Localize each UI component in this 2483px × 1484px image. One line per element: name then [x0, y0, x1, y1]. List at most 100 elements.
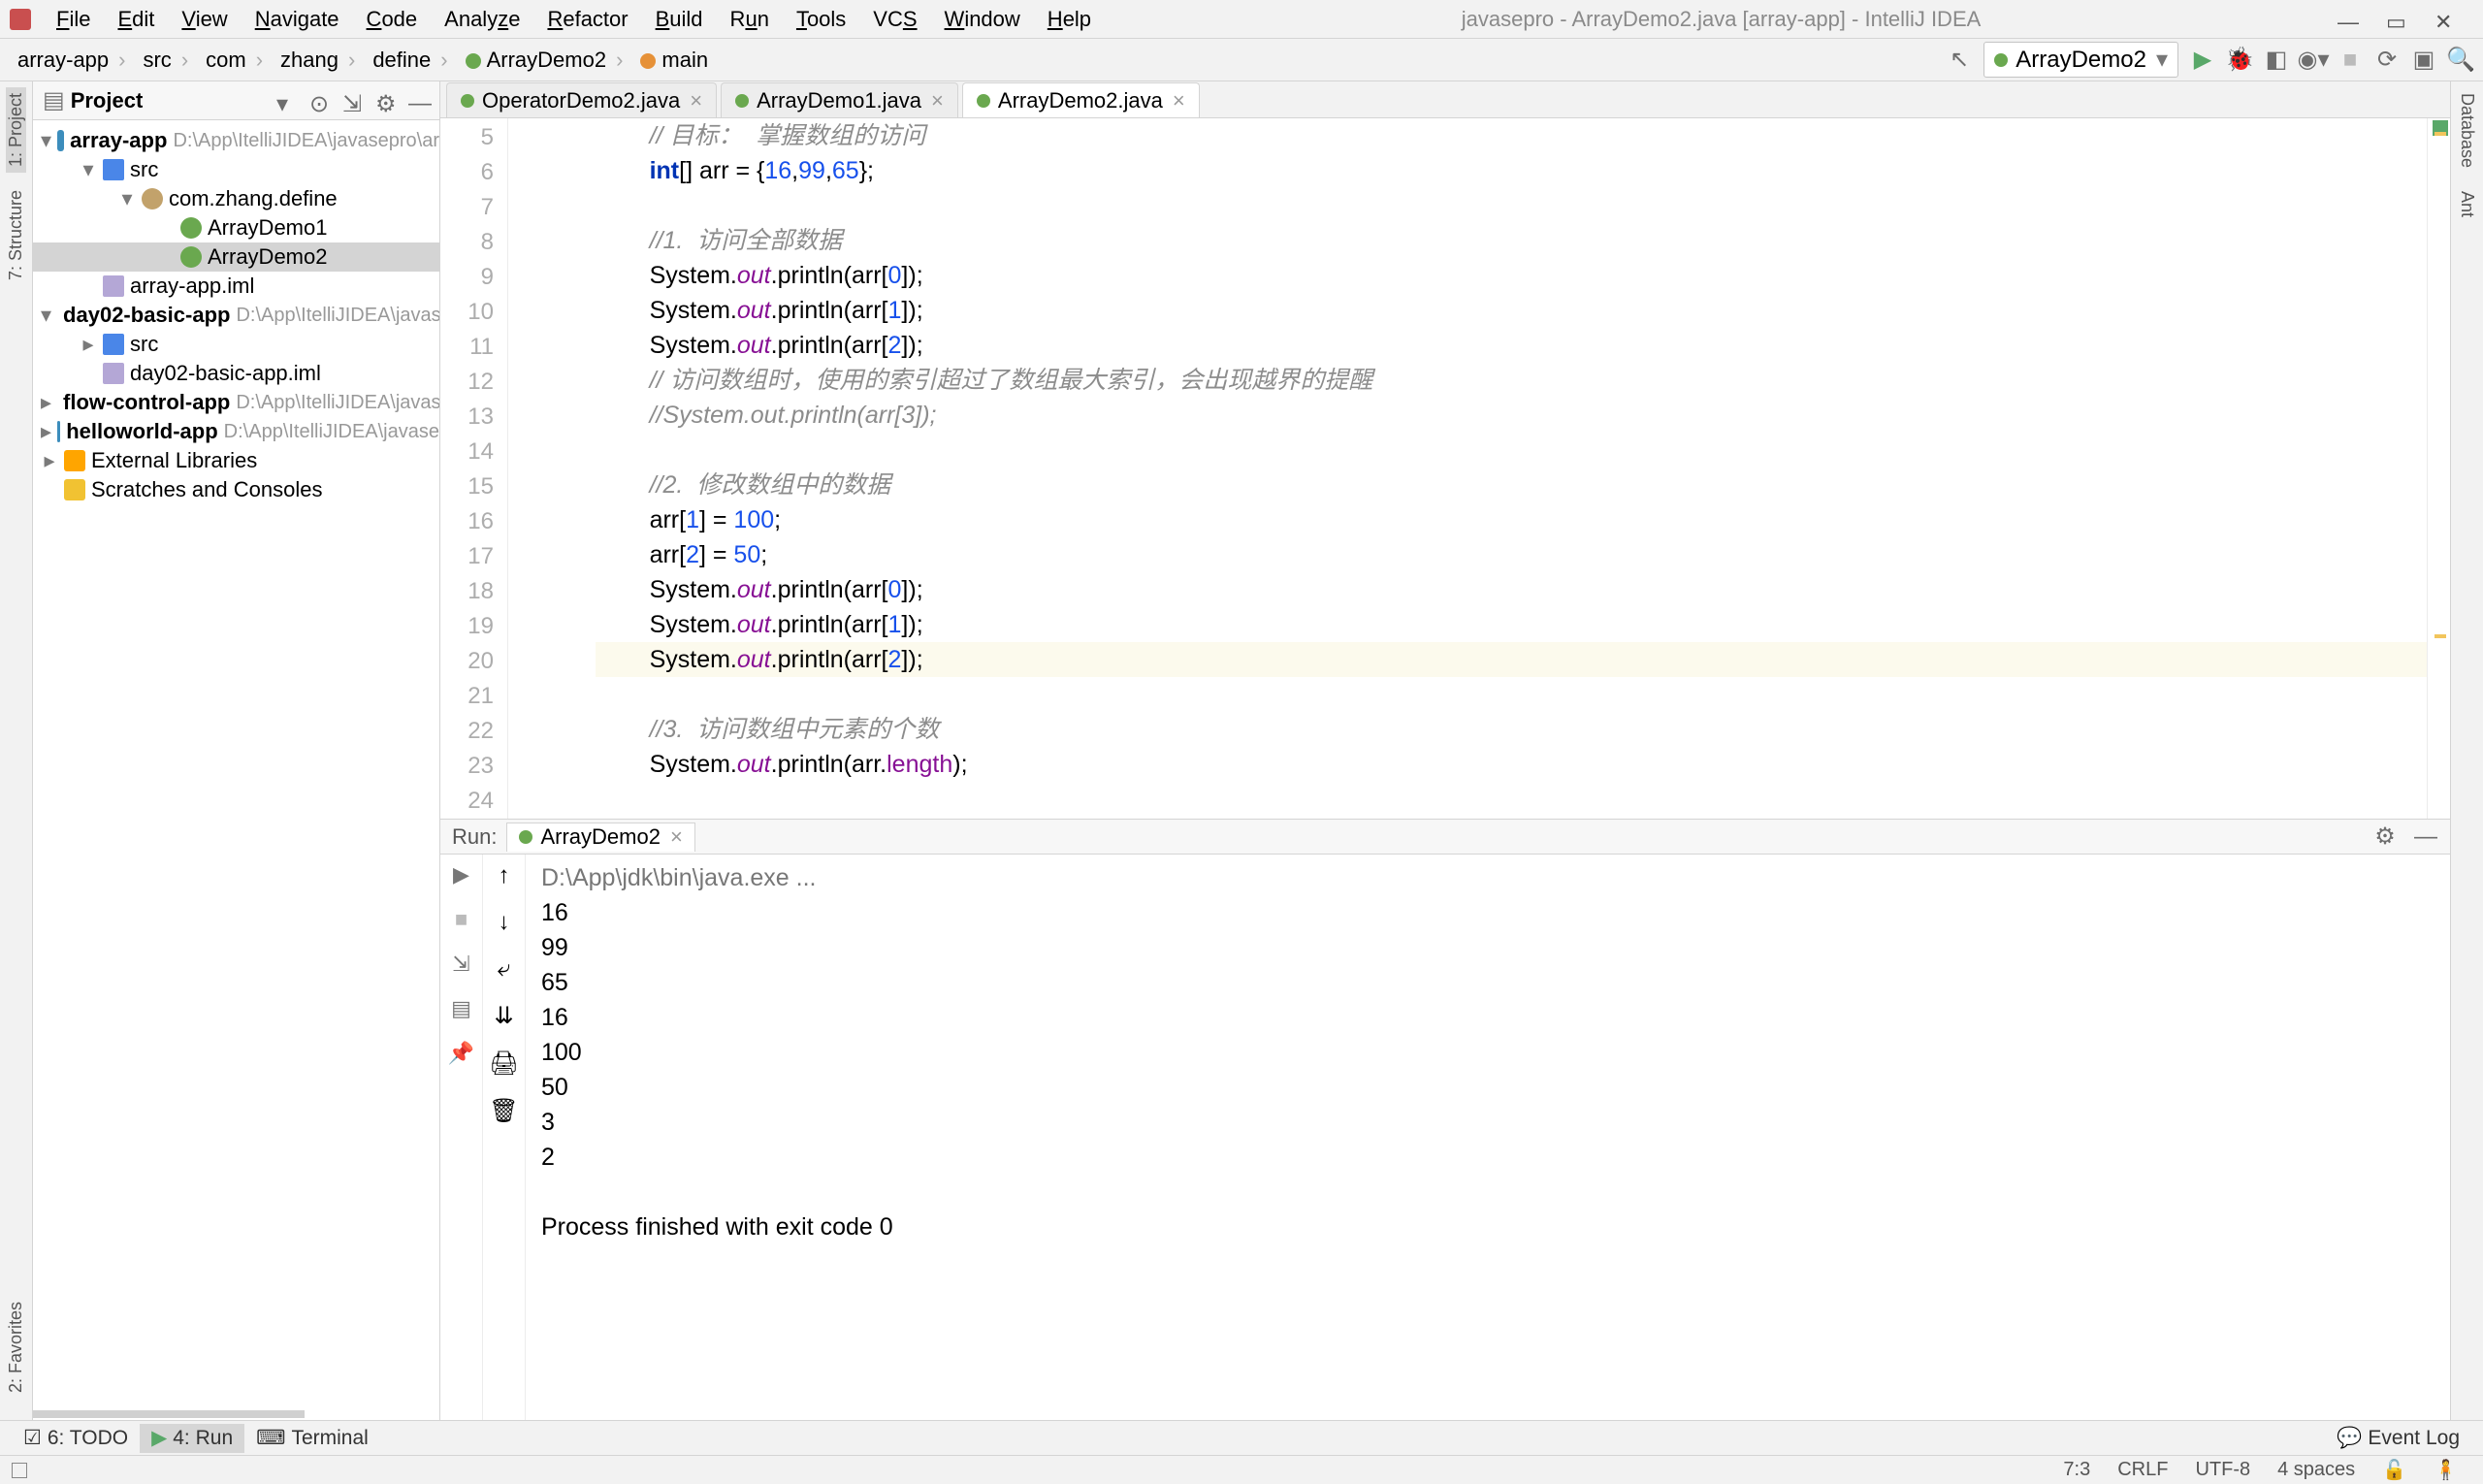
- dump-icon[interactable]: ⇲: [452, 952, 469, 977]
- run-panel-tab[interactable]: ArrayDemo2 ×: [506, 823, 694, 852]
- tree-class-arraydemo2[interactable]: ArrayDemo2: [33, 242, 439, 272]
- editor-right-stripe[interactable]: [2427, 118, 2450, 819]
- run-hide-icon[interactable]: —: [2413, 824, 2438, 850]
- line-number-gutter[interactable]: 5678910111213141516171819202122232425: [440, 118, 508, 819]
- tree-src[interactable]: ▾src: [33, 155, 439, 184]
- status-line-ending[interactable]: CRLF: [2104, 1459, 2181, 1481]
- tab-close-icon[interactable]: ×: [931, 88, 944, 113]
- tree-class-arraydemo1[interactable]: ArrayDemo1: [33, 213, 439, 242]
- rerun-icon[interactable]: ▶: [453, 862, 469, 887]
- menu-navigate[interactable]: Navigate: [242, 7, 353, 32]
- project-structure-icon[interactable]: ▣: [2411, 48, 2436, 73]
- menu-refactor[interactable]: Refactor: [533, 7, 641, 32]
- editor[interactable]: 5678910111213141516171819202122232425 //…: [440, 118, 2450, 819]
- tree-iml-array-app[interactable]: array-app.iml: [33, 272, 439, 301]
- menu-file[interactable]: File: [43, 7, 104, 32]
- wrap-icon[interactable]: ⤶: [498, 955, 510, 983]
- tool-event-log[interactable]: 💬Event Log: [2325, 1424, 2471, 1453]
- menu-code[interactable]: Code: [353, 7, 432, 32]
- menu-tools[interactable]: Tools: [783, 7, 859, 32]
- down-icon[interactable]: ↓: [499, 909, 510, 936]
- status-indent[interactable]: 4 spaces: [2264, 1459, 2369, 1481]
- tree-iml-day02[interactable]: day02-basic-app.iml: [33, 359, 439, 388]
- run-config-selector[interactable]: ArrayDemo2 ▾: [1983, 42, 2178, 78]
- warning-marker[interactable]: [2435, 132, 2446, 136]
- status-encoding[interactable]: UTF-8: [2181, 1459, 2264, 1481]
- tree-external-libraries[interactable]: ▸External Libraries: [33, 446, 439, 475]
- status-hector-icon[interactable]: 🧍: [2420, 1458, 2471, 1482]
- collapse-icon[interactable]: ⇲: [342, 90, 364, 112]
- tree-module-array-app[interactable]: ▾array-appD:\App\ItelliJIDEA\javasepro\a…: [33, 126, 439, 155]
- debug-icon[interactable]: 🐞: [2227, 48, 2252, 73]
- class-icon: [977, 94, 990, 108]
- stop-icon[interactable]: ■: [455, 907, 468, 932]
- dropdown-icon[interactable]: ▾: [276, 90, 298, 112]
- project-tree[interactable]: ▾array-appD:\App\ItelliJIDEA\javasepro\a…: [33, 120, 439, 1410]
- tab-close-icon[interactable]: ×: [1173, 88, 1185, 113]
- project-resize-handle[interactable]: [33, 1410, 439, 1420]
- layout-icon[interactable]: ▤: [451, 996, 471, 1021]
- pin-icon[interactable]: 📌: [448, 1041, 474, 1066]
- back-nav-icon[interactable]: ↖: [1947, 48, 1972, 73]
- up-icon[interactable]: ↑: [499, 862, 510, 889]
- tree-module-flow-control[interactable]: ▸flow-control-appD:\App\ItelliJIDEA\java…: [33, 388, 439, 417]
- tool-structure[interactable]: 7: Structure: [6, 184, 26, 286]
- maximize-icon[interactable]: ▭: [2386, 10, 2405, 29]
- crumb-src[interactable]: src: [135, 48, 196, 73]
- status-caret-position[interactable]: 7:3: [2049, 1459, 2104, 1481]
- tool-run[interactable]: ▶4: Run: [140, 1424, 244, 1453]
- profile-icon[interactable]: ◉▾: [2301, 48, 2326, 73]
- menu-view[interactable]: View: [168, 7, 241, 32]
- run-tab-close-icon[interactable]: ×: [670, 824, 683, 850]
- settings-icon[interactable]: ⚙: [375, 90, 397, 112]
- tab-arraydemo2[interactable]: ArrayDemo2.java×: [962, 82, 1200, 117]
- update-icon[interactable]: ⟳: [2374, 48, 2400, 73]
- warning-marker[interactable]: [2435, 634, 2446, 638]
- project-view-icon[interactable]: ▤: [43, 86, 65, 114]
- tab-close-icon[interactable]: ×: [690, 88, 702, 113]
- menu-build[interactable]: Build: [642, 7, 717, 32]
- code-area[interactable]: // 目标： 掌握数组的访问 int[] arr = {16,99,65}; /…: [537, 118, 2427, 819]
- crumb-zhang[interactable]: zhang: [273, 48, 363, 73]
- stop-icon[interactable]: ■: [2338, 48, 2363, 73]
- status-readonly-icon[interactable]: 🔓: [2369, 1458, 2420, 1482]
- menu-run[interactable]: Run: [717, 7, 783, 32]
- crumb-module[interactable]: array-app: [10, 48, 133, 73]
- crumb-class[interactable]: ArrayDemo2: [458, 48, 631, 73]
- coverage-icon[interactable]: ◧: [2264, 48, 2289, 73]
- scroll-icon[interactable]: ⇊: [494, 1002, 513, 1030]
- crumb-com[interactable]: com: [198, 48, 271, 73]
- tree-module-helloworld[interactable]: ▸helloworld-appD:\App\ItelliJIDEA\javase: [33, 417, 439, 446]
- tool-ant[interactable]: Ant: [2457, 185, 2477, 223]
- tree-module-day02[interactable]: ▾day02-basic-appD:\App\ItelliJIDEA\javas…: [33, 301, 439, 330]
- menu-window[interactable]: Window: [931, 7, 1034, 32]
- tab-arraydemo1[interactable]: ArrayDemo1.java×: [721, 82, 958, 117]
- menu-help[interactable]: Help: [1034, 7, 1105, 32]
- tree-scratches[interactable]: Scratches and Consoles: [33, 475, 439, 504]
- locate-icon[interactable]: ⊙: [309, 90, 331, 112]
- tool-todo[interactable]: ☑6: TODO: [12, 1424, 140, 1453]
- print-icon[interactable]: 🖨: [489, 1049, 518, 1078]
- minimize-icon[interactable]: —: [2338, 10, 2357, 29]
- run-icon[interactable]: ▶: [2190, 48, 2215, 73]
- breakpoint-gutter[interactable]: [508, 118, 537, 819]
- menu-vcs[interactable]: VCS: [859, 7, 930, 32]
- close-icon[interactable]: ✕: [2435, 10, 2454, 29]
- crumb-define[interactable]: define: [365, 48, 455, 73]
- tool-favorites[interactable]: 2: Favorites: [6, 1296, 26, 1399]
- tool-terminal[interactable]: ⌨Terminal: [244, 1424, 380, 1453]
- menu-edit[interactable]: Edit: [104, 7, 168, 32]
- hide-icon[interactable]: —: [408, 90, 430, 112]
- search-everywhere-icon[interactable]: 🔍: [2448, 48, 2473, 73]
- tab-operatordemo2[interactable]: OperatorDemo2.java×: [446, 82, 717, 117]
- tool-database[interactable]: Database: [2457, 87, 2477, 174]
- run-console[interactable]: D:\App\jdk\bin\java.exe ...1699651610050…: [526, 855, 2450, 1420]
- run-settings-icon[interactable]: ⚙: [2372, 824, 2398, 850]
- tree-src-day02[interactable]: ▸src: [33, 330, 439, 359]
- tree-package[interactable]: ▾com.zhang.define: [33, 184, 439, 213]
- crumb-method[interactable]: main: [632, 48, 726, 73]
- status-toggle-icon[interactable]: [12, 1463, 27, 1478]
- clear-icon[interactable]: 🗑: [489, 1097, 518, 1125]
- menu-analyze[interactable]: Analyze: [431, 7, 533, 32]
- tool-project[interactable]: 1: Project: [6, 87, 26, 173]
